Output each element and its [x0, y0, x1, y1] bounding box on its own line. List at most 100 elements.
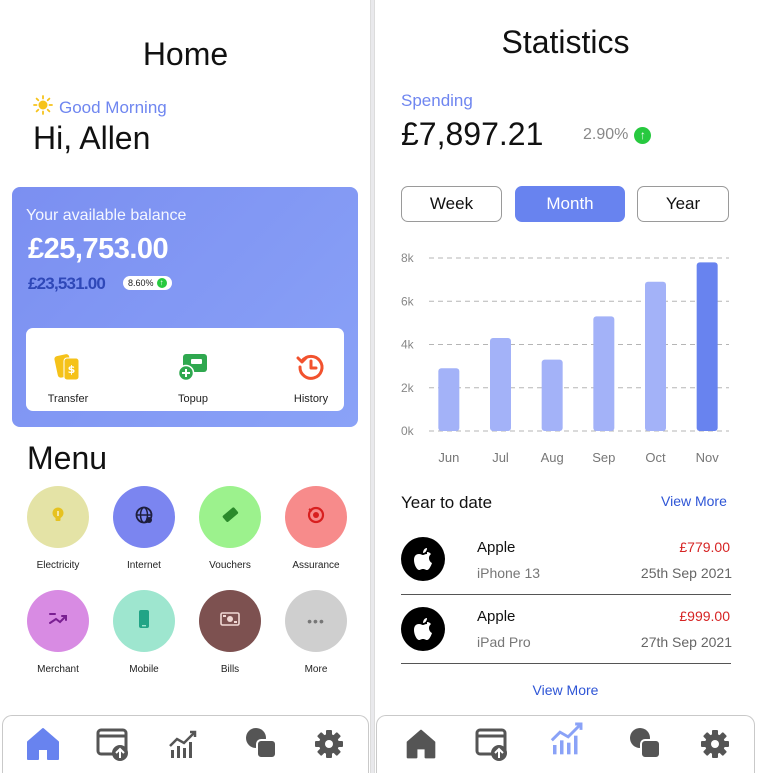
tab-bar — [2, 715, 369, 773]
svg-text:$: $ — [68, 363, 76, 376]
tab-settings[interactable] — [693, 724, 737, 768]
menu-circle — [199, 590, 261, 652]
transfer-button[interactable]: $ Transfer — [28, 328, 108, 411]
globe-icon — [134, 505, 154, 530]
balance-card: Your available balance £25,753.00 £23,53… — [12, 187, 358, 427]
home-icon — [404, 727, 438, 766]
balance-change-badge: 8.60% ↑ — [123, 276, 172, 290]
transaction-item: iPad Pro — [477, 634, 531, 650]
y-tick-label: 2k — [401, 381, 415, 395]
sun-icon — [33, 95, 53, 120]
menu-circle — [113, 486, 175, 548]
tab-home[interactable] — [399, 724, 443, 768]
menu-circle — [27, 590, 89, 652]
y-tick-label: 0k — [401, 424, 415, 438]
menu-item-bills[interactable]: Bills — [190, 590, 270, 675]
shield-icon — [306, 505, 326, 530]
statistics-screen: Statistics Spending £7,897.21 2.90% ↑ We… — [374, 0, 757, 773]
period-month-button[interactable]: Month — [515, 186, 625, 222]
transfer-icon: $ — [54, 336, 82, 385]
chat-bubbles-icon — [626, 725, 664, 768]
menu-label: Bills — [220, 664, 240, 675]
chart-icon — [546, 717, 588, 764]
menu-title: Menu — [27, 440, 108, 476]
transaction-amount: £999.00 — [679, 608, 730, 624]
tab-statistics[interactable] — [545, 718, 589, 762]
transaction-merchant: Apple — [477, 539, 516, 556]
gear-icon — [313, 728, 345, 765]
apple-logo-icon — [401, 537, 445, 581]
home-screen: Home Good Morning Hi, Allen Your availab… — [0, 0, 371, 773]
menu-item-internet[interactable]: Internet — [104, 486, 184, 571]
apple-logo-icon — [401, 607, 445, 651]
balance-label: Your available balance — [26, 207, 187, 224]
menu-label: Assurance — [292, 560, 340, 571]
bar — [645, 281, 666, 431]
menu-item-vouchers[interactable]: Vouchers — [190, 486, 270, 571]
lightbulb-icon — [50, 506, 66, 529]
transaction-merchant: Apple — [477, 608, 516, 625]
menu-item-assurance[interactable]: Assurance — [276, 486, 356, 571]
balance-change: 8.60% — [128, 278, 154, 288]
period-week-button[interactable]: Week — [401, 186, 502, 222]
history-label: History — [293, 393, 329, 405]
phone-icon — [137, 609, 151, 634]
tab-chat[interactable] — [623, 724, 667, 768]
tab-statistics[interactable] — [161, 724, 205, 768]
transaction-row[interactable]: Apple iPad Pro £999.00 27th Sep 2021 — [399, 602, 732, 664]
menu-label: Electricity — [36, 560, 80, 571]
chat-bubbles-icon — [242, 725, 280, 768]
divider — [401, 594, 731, 595]
menu-circle — [27, 486, 89, 548]
x-tick-label: Aug — [541, 450, 564, 465]
bar — [438, 368, 460, 431]
tab-settings[interactable] — [307, 724, 351, 768]
bar — [541, 359, 563, 431]
menu-item-mobile[interactable]: Mobile — [104, 590, 184, 675]
view-more-link[interactable]: View More — [661, 493, 727, 509]
x-tick-label: Jun — [438, 450, 459, 465]
y-tick-label: 8k — [401, 251, 415, 265]
spending-label: Spending — [401, 91, 473, 110]
transaction-row[interactable]: Apple iPhone 13 £779.00 25th Sep 2021 — [399, 533, 732, 595]
page-title: Home — [142, 36, 229, 72]
menu-item-merchant[interactable]: Merchant — [18, 590, 98, 675]
x-tick-label: Jul — [492, 450, 509, 465]
menu-item-electricity[interactable]: Electricity — [18, 486, 98, 571]
tab-transfers[interactable] — [91, 724, 135, 768]
x-tick-label: Oct — [645, 450, 666, 465]
topup-icon — [177, 336, 209, 385]
history-button[interactable]: History — [271, 328, 351, 411]
transaction-date: 25th Sep 2021 — [640, 565, 732, 581]
view-more-button[interactable]: View More — [375, 682, 756, 698]
transfer-label: Transfer — [47, 393, 89, 405]
menu-circle — [113, 590, 175, 652]
ticket-icon — [220, 505, 240, 530]
bar — [490, 338, 511, 431]
divider — [401, 663, 731, 664]
menu-item-more[interactable]: ••• More — [276, 590, 356, 675]
transaction-amount: £779.00 — [679, 539, 730, 555]
bills-icon — [219, 610, 241, 633]
more-icon: ••• — [307, 613, 325, 629]
transaction-date: 27th Sep 2021 — [640, 634, 732, 650]
menu-label: Internet — [127, 560, 161, 571]
previous-balance: £23,531.00 — [28, 274, 106, 293]
chart-icon — [165, 726, 201, 767]
tab-transfers[interactable] — [470, 724, 514, 768]
balance-amount: £25,753.00 — [28, 233, 169, 265]
bar — [696, 262, 718, 431]
history-icon — [296, 336, 326, 385]
spending-chart: 0k 2k 4k 6k 8k Jun Jul Aug Sep Oct Nov — [401, 251, 729, 465]
menu-label: Merchant — [37, 664, 79, 675]
topup-button[interactable]: Topup — [153, 328, 233, 411]
period-year-button[interactable]: Year — [637, 186, 729, 222]
tab-home[interactable] — [21, 724, 65, 768]
x-tick-label: Nov — [696, 450, 720, 465]
quick-actions: $ Transfer Topup History — [26, 328, 344, 411]
topup-label: Topup — [178, 393, 208, 405]
y-tick-label: 4k — [401, 338, 415, 352]
menu-label: More — [304, 664, 328, 675]
transaction-item: iPhone 13 — [477, 565, 541, 581]
tab-chat[interactable] — [239, 724, 283, 768]
